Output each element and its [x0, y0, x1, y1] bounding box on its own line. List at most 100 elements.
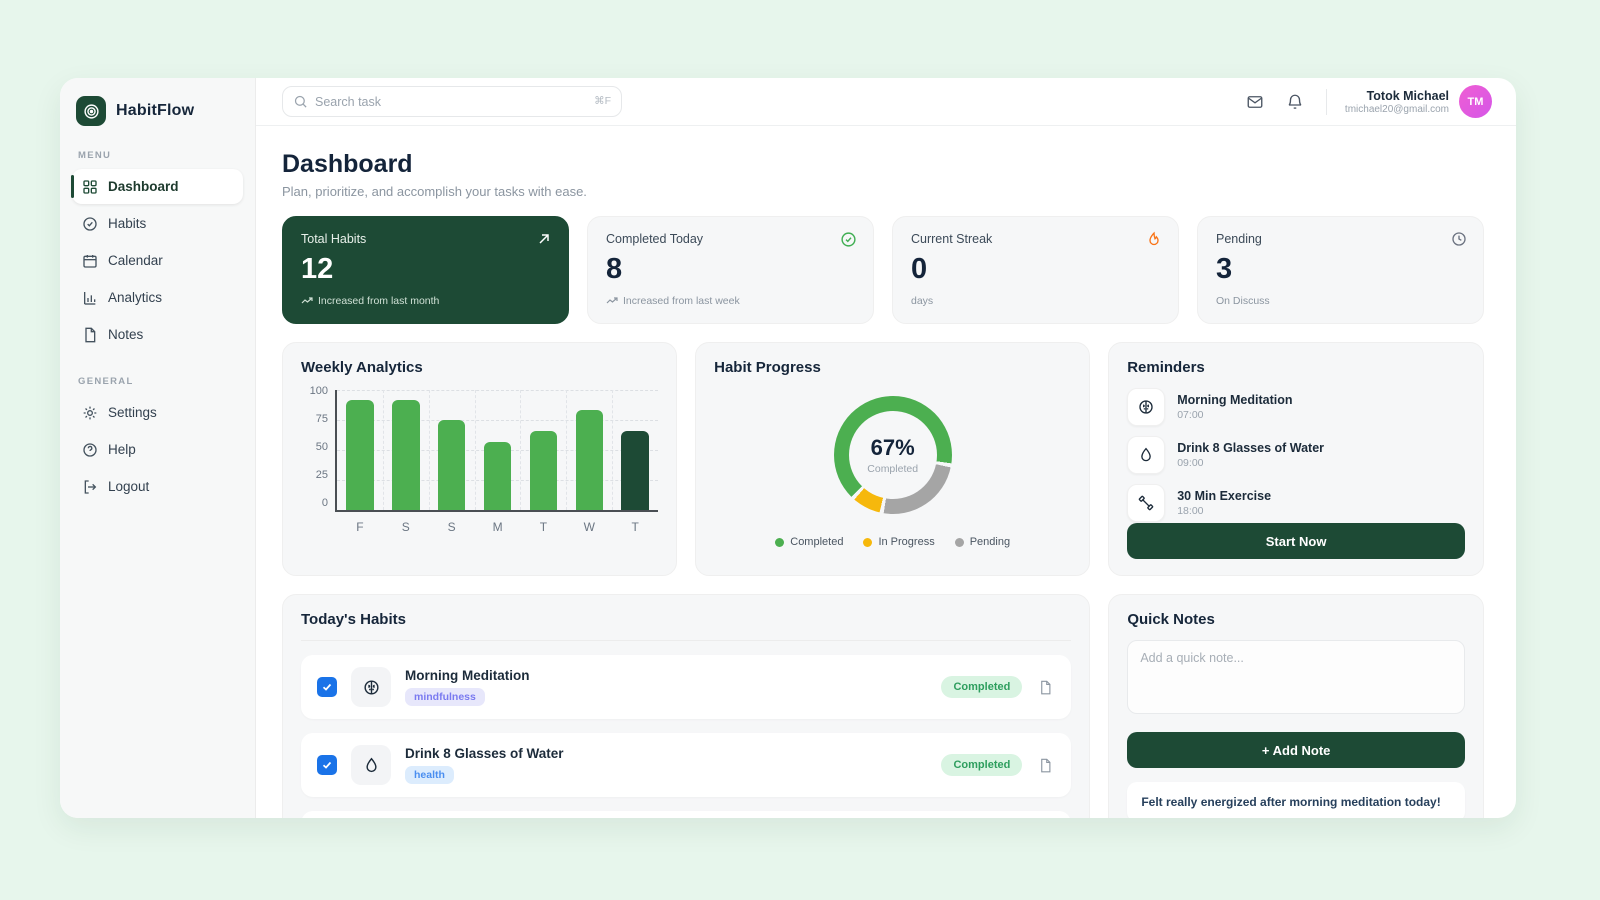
- weekly-analytics-title: Weekly Analytics: [301, 359, 658, 376]
- plot-area: [335, 390, 658, 512]
- start-now-button[interactable]: Start Now: [1127, 523, 1465, 559]
- legend-dot: [775, 538, 784, 547]
- sidebar-item-calendar[interactable]: Calendar: [72, 243, 243, 278]
- todays-habits-title: Today's Habits: [301, 611, 1071, 628]
- habit-name: Drink 8 Glasses of Water: [405, 746, 564, 761]
- sidebar: HabitFlow MENU Dashboard Habits: [60, 78, 256, 818]
- reminder-item: Morning Meditation 07:00: [1127, 388, 1465, 426]
- sidebar-item-label: Calendar: [108, 253, 163, 268]
- reminders-title: Reminders: [1127, 359, 1465, 376]
- user-email: tmichael20@gmail.com: [1345, 104, 1449, 115]
- bars: [337, 390, 658, 510]
- reminder-name: 30 Min Exercise: [1177, 489, 1271, 503]
- legend-item-completed: Completed: [775, 536, 843, 548]
- bell-icon[interactable]: [1282, 89, 1308, 115]
- check-circle-icon: [840, 231, 857, 248]
- calendar-icon: [82, 253, 98, 269]
- stat-label: Total Habits: [301, 232, 550, 246]
- stat-footnote: days: [911, 295, 1160, 307]
- file-icon: [82, 327, 98, 343]
- status-badge: Completed: [941, 676, 1022, 698]
- divider: [1326, 89, 1327, 115]
- sidebar-item-notes[interactable]: Notes: [72, 317, 243, 352]
- stat-card-pending: Pending 3 On Discuss: [1197, 216, 1484, 324]
- search-input[interactable]: [283, 87, 621, 116]
- add-note-button[interactable]: + Add Note: [1127, 732, 1465, 768]
- weekly-analytics-card: Weekly Analytics 100 75 50 25 0: [282, 342, 677, 576]
- note-icon[interactable]: [1038, 680, 1053, 695]
- stat-label: Completed Today: [606, 232, 855, 246]
- trend-up-icon: [606, 296, 618, 306]
- bar: [392, 400, 420, 510]
- sidebar-item-settings[interactable]: Settings: [72, 395, 243, 430]
- stats-row: Total Habits 12 Increased from: [282, 216, 1484, 324]
- search-icon: [293, 94, 308, 109]
- bar: [530, 431, 558, 510]
- donut-label: Completed: [867, 463, 918, 475]
- weekly-bar-chart: 100 75 50 25 0: [301, 390, 658, 514]
- app-name: HabitFlow: [116, 102, 194, 120]
- x-axis: F S S M T W T: [337, 520, 658, 534]
- sidebar-item-dashboard[interactable]: Dashboard: [72, 169, 243, 204]
- search-shortcut: ⌘F: [594, 95, 611, 107]
- flame-icon: [1146, 231, 1162, 248]
- habit-checkbox[interactable]: [317, 755, 337, 775]
- stat-value: 12: [301, 253, 550, 286]
- page-subtitle: Plan, prioritize, and accomplish your ta…: [282, 184, 1484, 199]
- habit-progress-card: Habit Progress 67% Completed Completed: [695, 342, 1090, 576]
- mail-icon[interactable]: [1242, 89, 1268, 115]
- habit-tag: mindfulness: [405, 688, 485, 706]
- user-meta: Totok Michael tmichael20@gmail.com: [1345, 89, 1449, 115]
- droplet-icon: [351, 745, 391, 785]
- habit-tag: health: [405, 766, 454, 784]
- stat-value: 3: [1216, 253, 1465, 286]
- stat-value: 0: [911, 253, 1160, 286]
- topbar: ⌘F Totok Michael tmichael20@gmail.com: [256, 78, 1516, 126]
- quick-note-input[interactable]: [1127, 640, 1465, 714]
- sidebar-item-analytics[interactable]: Analytics: [72, 280, 243, 315]
- search-box: ⌘F: [282, 86, 622, 117]
- sidebar-item-label: Help: [108, 442, 136, 457]
- habit-row-partial: [301, 811, 1071, 818]
- gear-icon: [82, 405, 98, 421]
- reminder-time: 18:00: [1177, 505, 1271, 517]
- todays-habits-card: Today's Habits: [282, 594, 1090, 818]
- bar: [346, 400, 374, 510]
- quick-notes-title: Quick Notes: [1127, 611, 1465, 628]
- check-circle-icon: [82, 216, 98, 232]
- app-window: HabitFlow MENU Dashboard Habits: [60, 78, 1516, 818]
- donut-center: 67% Completed: [834, 396, 952, 514]
- sidebar-item-logout[interactable]: Logout: [72, 469, 243, 504]
- bar: [484, 442, 512, 510]
- sidebar-item-label: Analytics: [108, 290, 162, 305]
- help-icon: [82, 442, 98, 458]
- reminder-item: Drink 8 Glasses of Water 09:00: [1127, 436, 1465, 474]
- droplet-icon: [1127, 436, 1165, 474]
- legend-dot: [863, 538, 872, 547]
- page-title: Dashboard: [282, 150, 1484, 179]
- stat-label: Pending: [1216, 232, 1465, 246]
- sidebar-item-label: Notes: [108, 327, 143, 342]
- note-card: Felt really energized after morning medi…: [1127, 782, 1465, 818]
- bar: [621, 431, 649, 510]
- brain-icon: [1127, 388, 1165, 426]
- bar: [438, 420, 466, 510]
- quick-notes-card: Quick Notes + Add Note Felt really energ…: [1108, 594, 1484, 818]
- donut-value: 67%: [871, 435, 915, 461]
- stat-label: Current Streak: [911, 232, 1160, 246]
- avatar[interactable]: TM: [1459, 85, 1492, 118]
- note-icon[interactable]: [1038, 758, 1053, 773]
- arrow-up-right-icon[interactable]: [536, 231, 552, 247]
- reminder-item: 30 Min Exercise 18:00: [1127, 484, 1465, 522]
- page-header: Dashboard Plan, prioritize, and accompli…: [282, 150, 1484, 199]
- brain-icon: [351, 667, 391, 707]
- sidebar-item-help[interactable]: Help: [72, 432, 243, 467]
- habit-checkbox[interactable]: [317, 677, 337, 697]
- user-name: Totok Michael: [1345, 89, 1449, 103]
- sidebar-item-label: Dashboard: [108, 179, 179, 194]
- sidebar-item-habits[interactable]: Habits: [72, 206, 243, 241]
- stat-footnote: On Discuss: [1216, 295, 1465, 307]
- dumbbell-icon: [1127, 484, 1165, 522]
- donut-chart: 67% Completed: [834, 396, 952, 514]
- sidebar-section-general: GENERAL: [78, 376, 237, 387]
